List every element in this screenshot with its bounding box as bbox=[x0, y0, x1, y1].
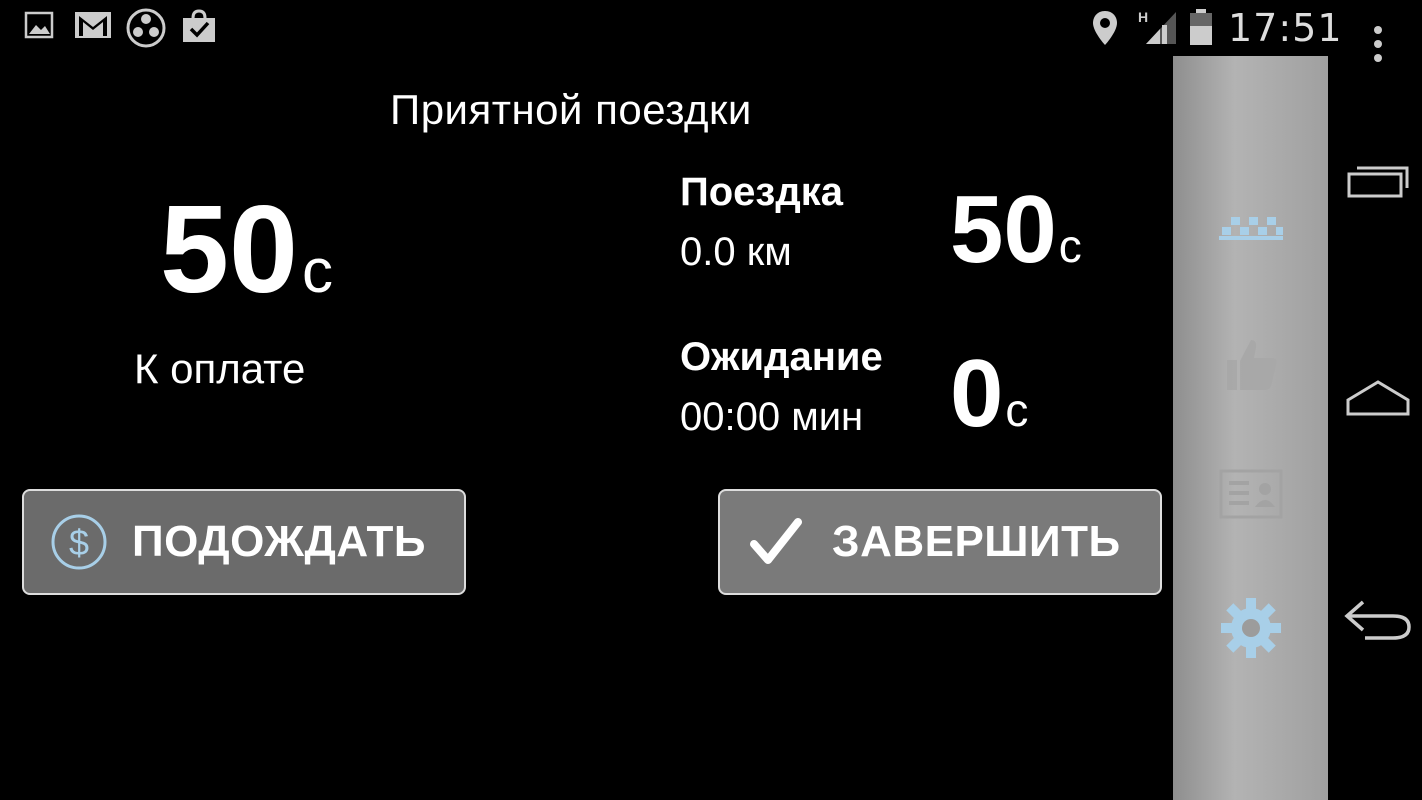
id-card-icon[interactable] bbox=[1213, 456, 1289, 532]
checkmark-icon bbox=[750, 516, 802, 568]
waiting-title: Ожидание bbox=[680, 335, 883, 379]
total-amount-unit: с bbox=[301, 237, 333, 306]
trip-distance: 0.0 км bbox=[680, 230, 792, 274]
signal-icon: H bbox=[1138, 8, 1180, 51]
network-type-label: H bbox=[1138, 9, 1148, 25]
recent-apps-icon[interactable] bbox=[1340, 150, 1416, 210]
total-amount: 50с bbox=[160, 188, 333, 312]
home-icon[interactable] bbox=[1340, 368, 1416, 428]
side-drawer bbox=[1173, 56, 1328, 800]
waiting-amount: 0с bbox=[950, 346, 1028, 442]
trip-amount-unit: с bbox=[1058, 220, 1082, 272]
finish-button-label: ЗАВЕРШИТЬ bbox=[832, 517, 1121, 566]
total-label: К оплате bbox=[134, 345, 306, 392]
thumbs-up-icon[interactable] bbox=[1213, 326, 1289, 402]
taxi-checker-icon[interactable] bbox=[1213, 192, 1289, 268]
film-reel-icon bbox=[125, 8, 167, 53]
wait-button[interactable]: $ ПОДОЖДАТЬ bbox=[22, 489, 466, 595]
image-icon bbox=[24, 10, 54, 45]
waiting-amount-unit: с bbox=[1005, 384, 1029, 436]
waiting-amount-value: 0 bbox=[950, 340, 1004, 447]
shopping-bag-icon bbox=[181, 8, 217, 49]
location-pin-icon bbox=[1092, 10, 1118, 51]
gear-icon[interactable] bbox=[1213, 590, 1289, 666]
trip-amount: 50с bbox=[950, 182, 1082, 278]
total-amount-value: 50 bbox=[160, 181, 298, 319]
status-bar: H 17:51 bbox=[0, 0, 1422, 56]
waiting-time: 00:00 мин bbox=[680, 395, 864, 439]
dollar-icon: $ bbox=[50, 513, 108, 571]
app-screen: H 17:51 Приятной поездки 50с К оплате По… bbox=[0, 0, 1422, 800]
back-icon[interactable] bbox=[1340, 590, 1416, 650]
overflow-menu-icon[interactable] bbox=[1340, 14, 1416, 74]
page-title: Приятной поездки bbox=[390, 86, 752, 133]
svg-text:$: $ bbox=[69, 522, 89, 563]
battery-icon bbox=[1188, 8, 1214, 51]
gmail-icon bbox=[74, 10, 112, 45]
finish-button[interactable]: ЗАВЕРШИТЬ bbox=[718, 489, 1162, 595]
system-nav-bar bbox=[1330, 0, 1422, 800]
status-time: 17:51 bbox=[1228, 6, 1343, 50]
trip-title: Поездка bbox=[680, 170, 843, 214]
wait-button-label: ПОДОЖДАТЬ bbox=[132, 517, 426, 566]
trip-amount-value: 50 bbox=[950, 176, 1057, 283]
